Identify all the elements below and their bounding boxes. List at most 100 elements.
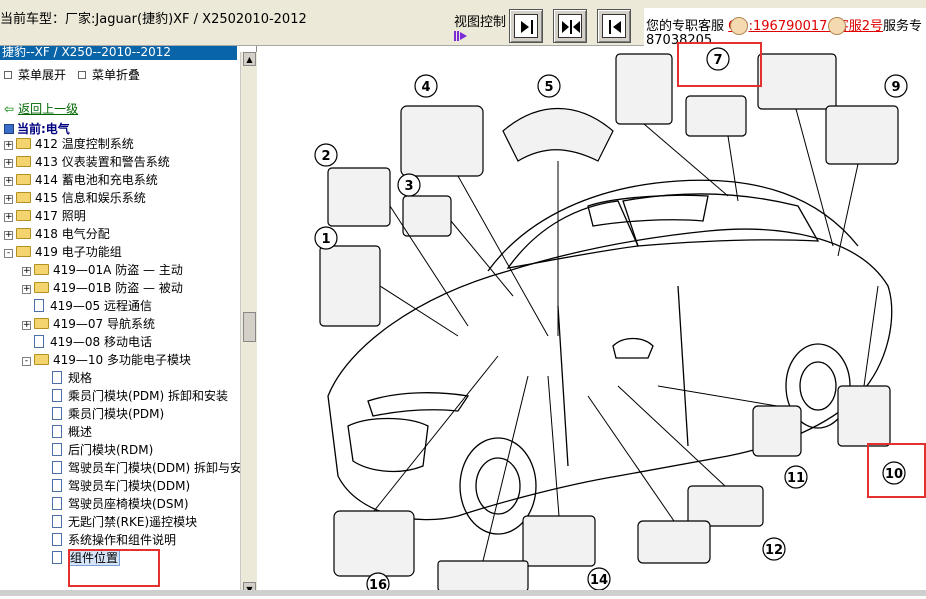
- door-lines: [557, 285, 689, 467]
- folder-icon: [16, 138, 31, 149]
- back-arrow-icon: ⇦: [4, 102, 15, 116]
- highlight-box-module-7: [677, 42, 762, 87]
- expand-icon[interactable]: +: [4, 213, 13, 222]
- callout-number: 14: [590, 573, 608, 588]
- tree-node-label: 驾驶员车门模块(DDM): [68, 479, 191, 493]
- folder-icon: [16, 156, 31, 167]
- highlight-box-selected-node: [68, 549, 160, 587]
- tree-node[interactable]: +418 电气分配: [4, 226, 110, 243]
- document-icon: [52, 479, 62, 492]
- tree-node[interactable]: - 419 电子功能组: [4, 244, 122, 261]
- expand-all-label: 菜单展开: [18, 68, 67, 82]
- service-suffix: 服务专: [883, 19, 923, 34]
- vehicle-title-prefix: 当前车型：: [0, 12, 66, 27]
- document-icon: [52, 461, 62, 474]
- tree-node[interactable]: 乘员门模块(PDM): [40, 406, 164, 423]
- document-icon: [52, 551, 62, 564]
- module-3: [402, 195, 452, 237]
- tree-node[interactable]: +412 温度控制系统: [4, 136, 134, 153]
- avatar-icon: [730, 17, 748, 35]
- view-collapse-left-button[interactable]: [597, 9, 631, 43]
- document-icon: [52, 497, 62, 510]
- expand-icon[interactable]: +: [4, 141, 13, 150]
- expand-icon[interactable]: +: [22, 267, 31, 276]
- module-4: [400, 105, 484, 177]
- folder-icon: [34, 264, 49, 275]
- tree-node[interactable]: +419—07 导航系统: [22, 316, 155, 333]
- tree-node[interactable]: 419—05 远程通信: [22, 298, 152, 315]
- tree-node[interactable]: 419—08 移动电话: [22, 334, 152, 351]
- expand-all-button[interactable]: 菜单展开: [4, 66, 66, 83]
- module-16: [333, 510, 415, 577]
- tree-node-label: 无匙门禁(RKE)遥控模块: [68, 515, 198, 529]
- collapse-all-button[interactable]: 菜单折叠: [78, 66, 140, 83]
- collapse-icon[interactable]: -: [22, 357, 31, 366]
- expand-icon[interactable]: +: [4, 159, 13, 168]
- module-top-box: [615, 53, 673, 125]
- expand-icon[interactable]: +: [22, 321, 31, 330]
- tree-node[interactable]: 无匙门禁(RKE)遥控模块: [40, 514, 197, 531]
- tree-node-label: 后门模块(RDM): [68, 443, 154, 457]
- arrow-left-bar-icon: [609, 20, 621, 34]
- car-diagram-svg: 1234 5791011121416: [314, 47, 908, 596]
- tree-node-label: 419—01A 防盗 — 主动: [53, 263, 183, 277]
- document-icon: [52, 389, 62, 402]
- rear-hub: [799, 361, 837, 411]
- tree-node[interactable]: 驾驶员座椅模块(DSM): [40, 496, 189, 513]
- tree-node-label: 驾驶员座椅模块(DSM): [68, 497, 189, 511]
- tree-node-label: 415 信息和娱乐系统: [35, 191, 146, 205]
- split-arrows-icon: [562, 20, 580, 34]
- tree-node[interactable]: 后门模块(RDM): [40, 442, 153, 459]
- bottom-scrollbar[interactable]: [0, 590, 926, 596]
- tree-node[interactable]: 乘员门模块(PDM) 拆卸和安装: [40, 388, 228, 405]
- expand-icon[interactable]: +: [4, 231, 13, 240]
- tree-node[interactable]: 驾驶员车门模块(DDM): [40, 478, 190, 495]
- callout-number: 9: [891, 80, 900, 95]
- tree-node[interactable]: +413 仪表装置和警告系统: [4, 154, 170, 171]
- view-control-label: 视图控制: [454, 15, 507, 30]
- tree-node-label: 412 温度控制系统: [35, 137, 134, 151]
- tree-node-label: 规格: [68, 371, 93, 385]
- scroll-up-icon[interactable]: ▲: [243, 52, 256, 66]
- module-top-right: [757, 53, 837, 110]
- component-location-diagram: 1 2 3 4 5 7 9 10 11 12 14 16: [258, 46, 926, 596]
- tree-node-label: 419—05 远程通信: [50, 299, 152, 313]
- folder-icon: [16, 228, 31, 239]
- module-7: [685, 95, 747, 137]
- callout-number: 5: [544, 80, 553, 95]
- callout-number: 1: [321, 232, 330, 247]
- view-split-button[interactable]: [553, 9, 587, 43]
- tree-node[interactable]: 系统操作和组件说明: [40, 532, 176, 549]
- service-text: 您的专职客服: [646, 19, 725, 34]
- tree-node[interactable]: +417 照明: [4, 208, 86, 225]
- collapse-all-icon: [78, 71, 86, 79]
- tree-node-label: 419—10 多功能电子模块: [53, 353, 191, 367]
- tree-node[interactable]: +414 蓄电池和充电系统: [4, 172, 158, 189]
- customer-service-panel: 您的专职客服 QQ:1967900174 客服2号服务专 87038205: [644, 8, 926, 48]
- collapse-icon[interactable]: -: [4, 249, 13, 258]
- vehicle-title-text: 厂家:Jaguar(捷豹)XF / X2502010-2012: [65, 12, 307, 27]
- current-category-label: 当前:电气: [17, 122, 70, 136]
- tree-node-label: 概述: [68, 425, 93, 439]
- module-9: [825, 105, 899, 165]
- expand-icon[interactable]: +: [4, 195, 13, 204]
- back-link[interactable]: ⇦ 返回上一级: [4, 100, 78, 117]
- vehicle-title: 当前车型：厂家:Jaguar(捷豹)XF / X2502010-2012: [0, 8, 307, 27]
- tree-node[interactable]: - 419—10 多功能电子模块: [22, 352, 191, 369]
- expand-icon[interactable]: +: [4, 177, 13, 186]
- tree-node-label: 418 电气分配: [35, 227, 110, 241]
- scroll-thumb[interactable]: [243, 312, 256, 342]
- tree-node[interactable]: +419—01B 防盗 — 被动: [22, 280, 183, 297]
- tree-node[interactable]: 规格: [40, 370, 92, 387]
- tree-node[interactable]: +419—01A 防盗 — 主动: [22, 262, 183, 279]
- tree-scrollbar[interactable]: ▲ ▼: [240, 52, 257, 596]
- expand-icon[interactable]: +: [22, 285, 31, 294]
- tree-node[interactable]: 概述: [40, 424, 92, 441]
- tree-node[interactable]: +415 信息和娱乐系统: [4, 190, 146, 207]
- view-expand-right-button[interactable]: [509, 9, 543, 43]
- tree-node[interactable]: 驾驶员车门模块(DDM) 拆卸与安装: [40, 460, 254, 477]
- document-icon: [34, 299, 44, 312]
- document-icon: [52, 407, 62, 420]
- sunroof-outline: [587, 194, 709, 227]
- callout-number: 11: [787, 471, 805, 486]
